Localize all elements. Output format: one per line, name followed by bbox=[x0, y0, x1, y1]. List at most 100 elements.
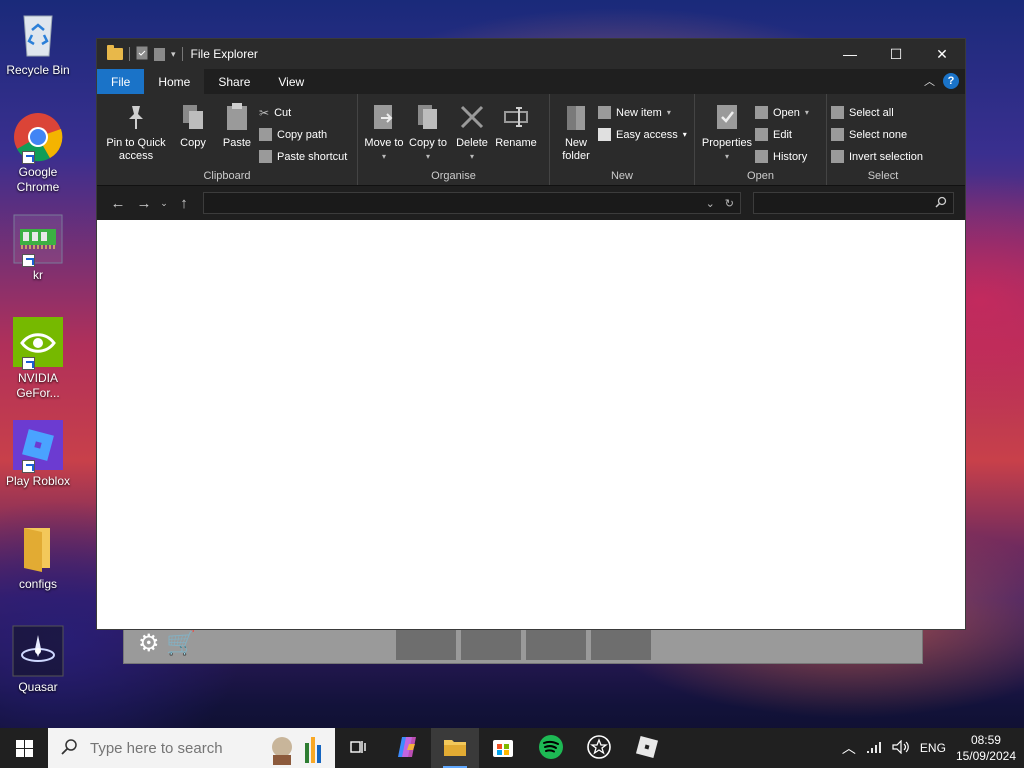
roblox-icon bbox=[12, 419, 64, 473]
desktop-icon-google-chrome[interactable]: Google Chrome bbox=[2, 110, 74, 195]
new-item-button[interactable]: New item ▾ bbox=[598, 104, 687, 121]
spotify-button[interactable] bbox=[527, 728, 575, 768]
start-button[interactable] bbox=[0, 728, 48, 768]
dropdown-caret-icon: ▾ bbox=[724, 152, 729, 161]
paste-shortcut-label: Paste shortcut bbox=[277, 150, 348, 163]
roblox-taskbar-button[interactable] bbox=[623, 728, 671, 768]
new-folder-button[interactable]: New folder bbox=[554, 98, 598, 167]
desktop-icon-label: kr bbox=[33, 268, 43, 282]
search-box[interactable] bbox=[753, 192, 954, 214]
volume-icon[interactable] bbox=[892, 739, 910, 757]
star-app-button[interactable] bbox=[575, 728, 623, 768]
back-arrow-icon[interactable]: ← bbox=[105, 195, 131, 212]
copy-to-button[interactable]: Copy to ▾ bbox=[406, 98, 450, 167]
cut-button[interactable]: ✂ Cut bbox=[259, 104, 347, 121]
desktop-icon-label: Google Chrome bbox=[16, 165, 60, 194]
desktop-icon-label: configs bbox=[18, 577, 58, 591]
file-list-pane[interactable] bbox=[97, 220, 965, 629]
history-button[interactable]: History bbox=[755, 148, 809, 165]
language-indicator[interactable]: ENG bbox=[920, 741, 946, 755]
paste-label: Paste bbox=[222, 137, 252, 149]
up-arrow-icon[interactable]: ↑ bbox=[171, 195, 197, 212]
desktop-icon-configs[interactable]: configs bbox=[2, 522, 74, 592]
tab-home[interactable]: Home bbox=[144, 69, 205, 94]
open-icon bbox=[755, 106, 768, 119]
taskbar-search-input[interactable] bbox=[90, 739, 270, 757]
file-explorer-window: ▾ File Explorer — ☐ ✕ File Home Share Vi… bbox=[96, 38, 966, 630]
desktop-icon-play-roblox[interactable]: Play Roblox bbox=[2, 419, 74, 489]
address-dropdown-icon[interactable]: ⌄ bbox=[706, 197, 715, 210]
maximize-button[interactable]: ☐ bbox=[873, 39, 919, 69]
collapse-ribbon-icon[interactable]: ︿ bbox=[924, 73, 935, 89]
desktop-icon-kr[interactable]: kr bbox=[2, 213, 74, 283]
easy-access-label: Easy access bbox=[616, 128, 678, 141]
microsoft-store-icon bbox=[492, 736, 514, 761]
desktop-icon-recycle-bin[interactable]: Recycle Bin bbox=[2, 8, 74, 78]
copilot-button[interactable] bbox=[383, 728, 431, 768]
easy-access-icon bbox=[598, 128, 611, 141]
settings-cart-icons: ⚙ 🛒 bbox=[138, 629, 196, 658]
history-label: History bbox=[773, 150, 808, 163]
help-button[interactable]: ? bbox=[943, 73, 959, 89]
tab-share[interactable]: Share bbox=[204, 69, 264, 94]
cart-icon[interactable]: 🛒 bbox=[166, 630, 196, 657]
paste-shortcut-button[interactable]: Paste shortcut bbox=[259, 148, 347, 165]
move-to-button[interactable]: Move to ▾ bbox=[362, 98, 406, 167]
pin-to-quick-access-button[interactable]: Pin to Quick access bbox=[101, 98, 171, 167]
tab-file[interactable]: File bbox=[97, 69, 145, 94]
folder-icon bbox=[107, 45, 123, 60]
folder-icon bbox=[12, 522, 64, 574]
forward-arrow-icon[interactable]: → bbox=[131, 195, 157, 212]
taskbar-search[interactable] bbox=[48, 728, 335, 768]
tab-view[interactable]: View bbox=[264, 69, 318, 94]
properties-label: Properties bbox=[701, 137, 753, 149]
easy-access-button[interactable]: Easy access ▾ bbox=[598, 126, 687, 143]
history-icon bbox=[755, 150, 768, 163]
group-label: Open bbox=[747, 170, 774, 182]
copy-path-button[interactable]: Copy path bbox=[259, 126, 347, 143]
clock[interactable]: 08:59 15/09/2024 bbox=[956, 732, 1016, 764]
microsoft-store-button[interactable] bbox=[479, 728, 527, 768]
network-icon[interactable] bbox=[866, 740, 882, 757]
new-item-label: New item bbox=[616, 106, 662, 119]
group-label: Clipboard bbox=[203, 170, 251, 182]
desktop-icon-quasar[interactable]: Quasar bbox=[2, 625, 74, 695]
rename-button[interactable]: Rename bbox=[494, 98, 538, 167]
ribbon: Pin to Quick access Copy Paste ✂ Cut Cop… bbox=[97, 94, 965, 186]
system-tray: ︿ ENG 08:59 15/09/2024 bbox=[842, 728, 1024, 768]
address-bar[interactable]: ⌄ ↻ bbox=[203, 192, 741, 214]
spotify-icon bbox=[538, 734, 564, 763]
copy-button[interactable]: Copy bbox=[171, 98, 215, 167]
select-all-button[interactable]: Select all bbox=[831, 104, 923, 121]
gear-icon[interactable]: ⚙ bbox=[138, 630, 160, 657]
search-icon bbox=[60, 738, 78, 759]
close-button[interactable]: ✕ bbox=[919, 39, 965, 69]
title-bar[interactable]: ▾ File Explorer — ☐ ✕ bbox=[97, 39, 965, 69]
edit-button[interactable]: Edit bbox=[755, 126, 809, 143]
task-view-button[interactable] bbox=[335, 728, 383, 768]
search-input[interactable] bbox=[758, 195, 928, 211]
paste-button[interactable]: Paste bbox=[215, 98, 259, 167]
show-hidden-icons-chevron-icon[interactable]: ︿ bbox=[842, 738, 856, 758]
recent-locations-chevron-icon[interactable]: ⌄ bbox=[157, 198, 171, 209]
windows-logo-icon bbox=[15, 739, 33, 757]
customize-qat-dropdown-icon[interactable]: ▾ bbox=[171, 49, 176, 60]
group-label: Select bbox=[867, 170, 899, 182]
file-explorer-taskbar-button[interactable] bbox=[431, 728, 479, 768]
delete-button[interactable]: Delete ▾ bbox=[450, 98, 494, 167]
desktop-icon-nvidia[interactable]: NVIDIA GeFor... bbox=[2, 316, 74, 401]
organise-group: Move to ▾ Copy to ▾ Delete ▾ Rename Orga… bbox=[358, 94, 550, 185]
copy-label: Copy bbox=[180, 137, 206, 149]
shortcut-arrow-icon bbox=[22, 460, 35, 473]
select-none-button[interactable]: Select none bbox=[831, 126, 923, 143]
invert-selection-button[interactable]: Invert selection bbox=[831, 148, 923, 165]
new-item-icon bbox=[598, 106, 611, 119]
refresh-icon[interactable]: ↻ bbox=[725, 197, 734, 210]
open-button[interactable]: Open ▾ bbox=[755, 104, 809, 121]
clock-time: 08:59 bbox=[970, 733, 1001, 747]
quasar-icon bbox=[12, 625, 64, 677]
properties-button[interactable]: Properties ▾ bbox=[699, 98, 755, 167]
new-folder-qat-icon[interactable] bbox=[154, 47, 165, 61]
minimize-button[interactable]: — bbox=[827, 39, 873, 69]
properties-qat-icon[interactable] bbox=[136, 46, 148, 63]
